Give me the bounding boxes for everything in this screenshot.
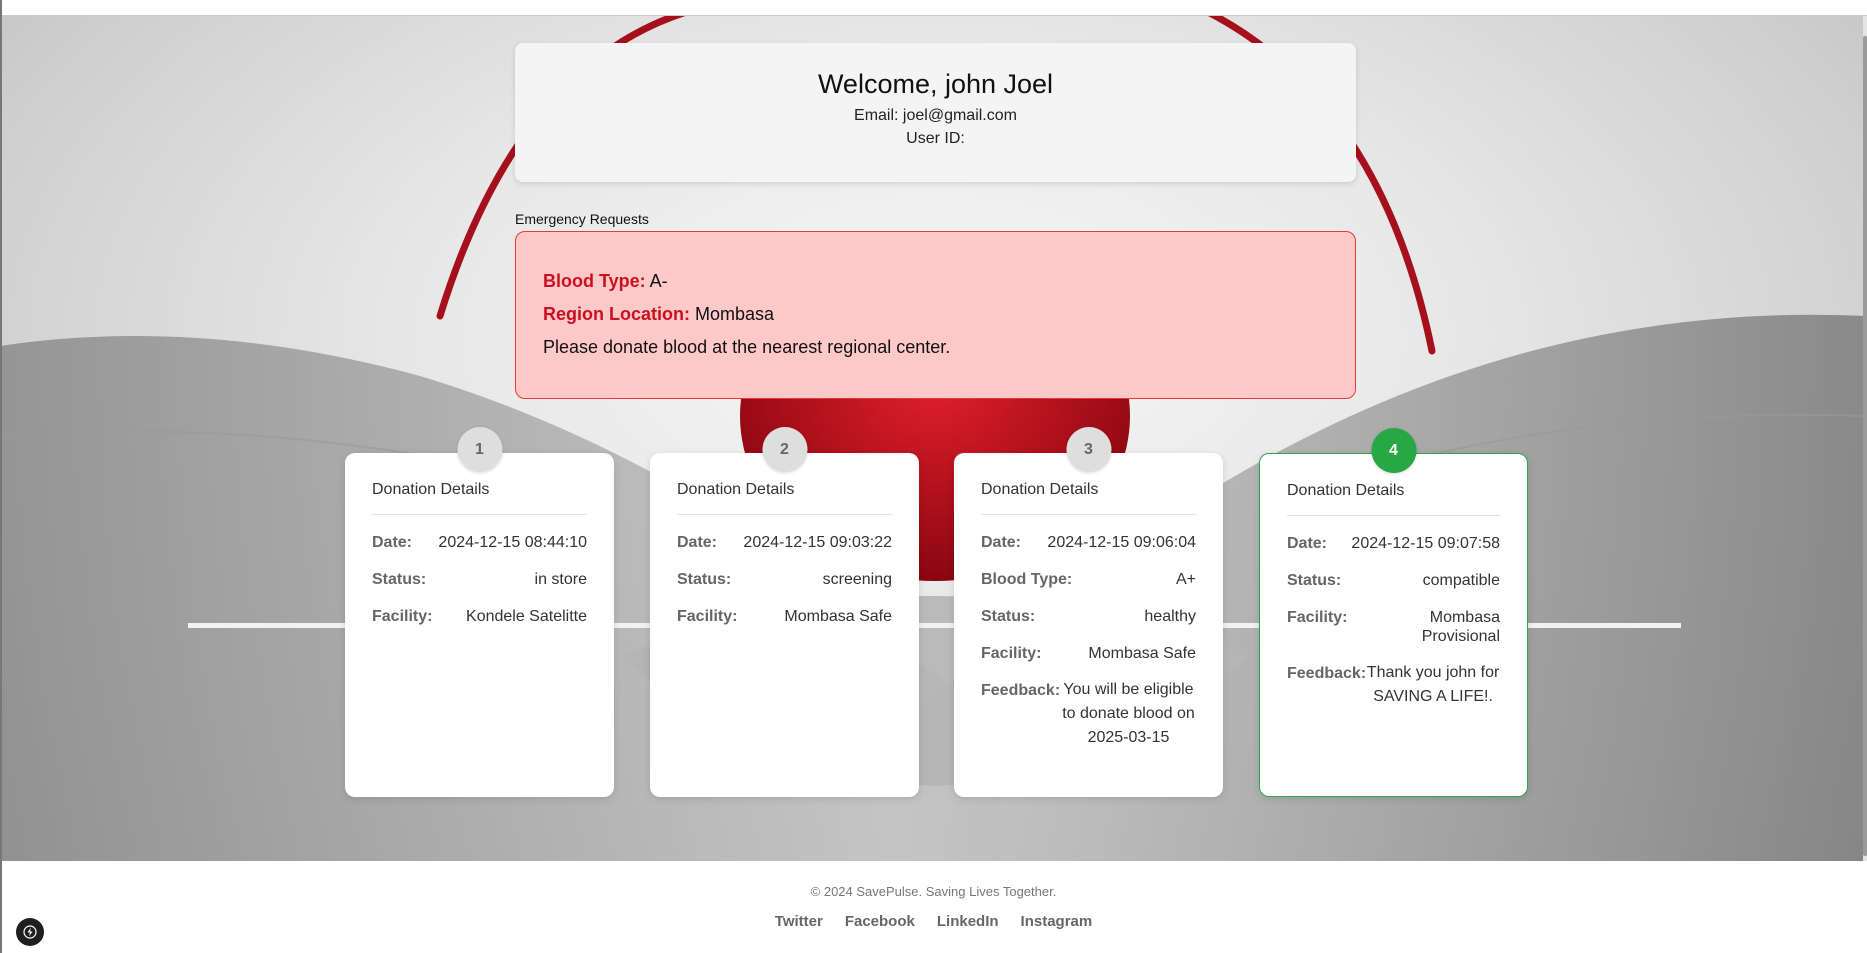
status-label: Status: <box>981 608 1036 625</box>
status-row: Status: compatible <box>1287 571 1500 590</box>
date-label: Date: <box>1287 535 1328 552</box>
facility-label: Facility: <box>1287 609 1348 626</box>
blood-type-label: Blood Type: <box>543 271 646 291</box>
date-value: 2024-12-15 09:03:22 <box>743 534 892 551</box>
card-title: Donation Details <box>981 481 1196 515</box>
window-edge <box>0 0 2 953</box>
date-row: Date: 2024-12-15 08:44:10 <box>372 533 587 552</box>
user-email: Email: joel@gmail.com <box>854 107 1017 124</box>
step-badge: 3 <box>1066 427 1111 472</box>
donation-card-2: 2 Donation Details Date: 2024-12-15 09:03… <box>650 427 919 797</box>
card-title: Donation Details <box>372 481 587 515</box>
status-row: Status: screening <box>677 570 892 589</box>
social-links: Twitter Facebook LinkedIn Instagram <box>0 913 1867 930</box>
date-row: Date: 2024-12-15 09:03:22 <box>677 533 892 552</box>
donation-card-3: 3 Donation Details Date: 2024-12-15 09:06… <box>954 427 1223 797</box>
feedback-value: Thank you john for SAVING A LIFE!. <box>1366 664 1500 705</box>
status-label: Status: <box>677 571 732 588</box>
emergency-section-label: Emergency Requests <box>515 211 649 227</box>
instagram-link[interactable]: Instagram <box>1021 913 1093 930</box>
date-value: 2024-12-15 09:06:04 <box>1047 534 1196 551</box>
status-value: compatible <box>1422 572 1500 589</box>
facebook-link[interactable]: Facebook <box>845 913 915 930</box>
feedback-row: Feedback: Thank you john for SAVING A LIF… <box>1287 664 1500 709</box>
date-label: Date: <box>981 534 1022 551</box>
bolt-glyph <box>23 925 37 939</box>
facility-row: Facility: Mombasa Provisional <box>1287 608 1500 646</box>
facility-label: Facility: <box>677 608 738 625</box>
date-label: Date: <box>677 534 718 551</box>
top-bar <box>0 0 1867 16</box>
bolt-icon[interactable] <box>16 918 44 946</box>
date-row: Date: 2024-12-15 09:07:58 <box>1287 534 1500 553</box>
blood-type-row: Blood Type: A+ <box>981 570 1196 589</box>
status-row: Status: healthy <box>981 607 1196 626</box>
facility-row: Facility: Mombasa Safe <box>677 607 892 626</box>
blood-type-value: A+ <box>1175 571 1196 588</box>
facility-label: Facility: <box>981 645 1042 662</box>
date-row: Date: 2024-12-15 09:06:04 <box>981 533 1196 552</box>
status-value: in store <box>534 571 587 588</box>
welcome-title: Welcome, john Joel <box>817 69 1054 99</box>
date-label: Date: <box>372 534 413 551</box>
scrollbar[interactable] <box>1863 16 1867 861</box>
emergency-blood-type: Blood Type: A- <box>543 271 1328 292</box>
feedback-label: Feedback: <box>981 682 1061 699</box>
facility-value: Kondele Satelitte <box>466 608 587 625</box>
status-value: screening <box>822 571 892 588</box>
emergency-request-card: Blood Type: A- Region Location: Mombasa … <box>515 231 1356 399</box>
user-id: User ID: <box>906 130 965 147</box>
facility-label: Facility: <box>372 608 433 625</box>
blood-type-label: Blood Type: <box>981 571 1073 588</box>
status-label: Status: <box>1287 572 1342 589</box>
step-badge-active: 4 <box>1371 428 1416 473</box>
step-badge: 2 <box>762 427 807 472</box>
facility-row: Facility: Mombasa Safe <box>981 644 1196 663</box>
donation-card-4: 4 Donation Details Date: 2024-12-15 09:07… <box>1259 428 1528 797</box>
donation-card-1: 1 Donation Details Date: 2024-12-15 08:44… <box>345 427 614 797</box>
blood-type-value: A- <box>649 271 668 291</box>
facility-value: Mombasa Safe <box>1088 645 1196 662</box>
card-title: Donation Details <box>677 481 892 515</box>
feedback-row: Feedback: You will be eligible to donate … <box>981 681 1196 750</box>
footer: © 2024 SavePulse. Saving Lives Together.… <box>0 861 1867 953</box>
region-label: Region Location: <box>543 304 690 324</box>
status-value: healthy <box>1144 608 1196 625</box>
facility-value: Mombasa Provisional <box>1421 609 1500 645</box>
step-badge: 1 <box>457 427 502 472</box>
welcome-panel: Welcome, john Joel Email: joel@gmail.com… <box>515 43 1356 182</box>
facility-row: Facility: Kondele Satelitte <box>372 607 587 626</box>
scrollbar-thumb[interactable] <box>1863 36 1867 856</box>
linkedin-link[interactable]: LinkedIn <box>937 913 999 930</box>
status-row: Status: in store <box>372 570 587 589</box>
date-value: 2024-12-15 08:44:10 <box>438 534 587 551</box>
facility-value: Mombasa Safe <box>784 608 892 625</box>
copyright-text: © 2024 SavePulse. Saving Lives Together. <box>810 884 1057 899</box>
region-value: Mombasa <box>695 304 775 324</box>
emergency-message: Please donate blood at the nearest regio… <box>543 337 951 357</box>
feedback-label: Feedback: <box>1287 665 1367 682</box>
emergency-region: Region Location: Mombasa <box>543 304 1328 325</box>
feedback-value: You will be eligible to donate blood on … <box>1062 681 1195 746</box>
twitter-link[interactable]: Twitter <box>775 913 823 930</box>
card-title: Donation Details <box>1287 482 1500 516</box>
status-label: Status: <box>372 571 427 588</box>
date-value: 2024-12-15 09:07:58 <box>1351 535 1500 552</box>
